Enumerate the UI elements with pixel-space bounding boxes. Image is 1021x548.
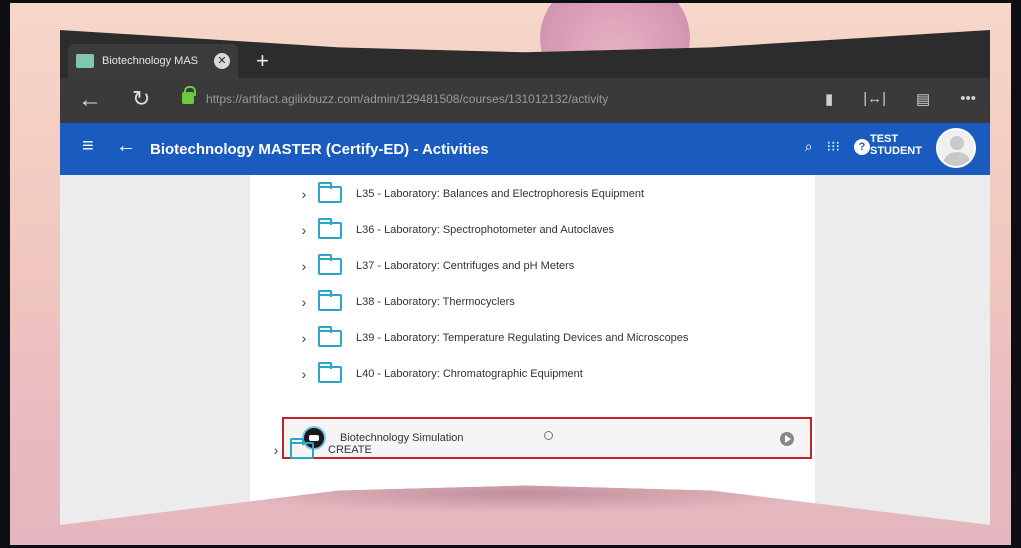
list-item[interactable]: › L39 - Laboratory: Temperature Regulati… [290, 323, 688, 353]
list-item-label: L35 - Laboratory: Balances and Electroph… [356, 188, 645, 200]
chevron-right-icon[interactable]: › [290, 294, 318, 310]
list-item-label: L40 - Laboratory: Chromatographic Equipm… [356, 368, 583, 380]
bookmark-icon[interactable]: ▮ [825, 90, 833, 108]
list-item-label: L37 - Laboratory: Centrifuges and pH Met… [356, 260, 575, 272]
list-item[interactable]: › L36 - Laboratory: Spectrophotometer an… [290, 215, 614, 245]
list-item[interactable]: › L37 - Laboratory: Centrifuges and pH M… [290, 251, 574, 281]
user-name-line1: TEST [870, 133, 899, 145]
help-icon[interactable]: ? [854, 138, 870, 155]
back-icon[interactable]: ← [116, 135, 136, 158]
browser-panel: Biotechnology MAS ✕ + ← ↻ https://artifa… [60, 30, 990, 525]
url-field[interactable]: https://artifact.agilixbuzz.com/admin/12… [206, 92, 608, 106]
list-item-label: L39 - Laboratory: Temperature Regulating… [356, 332, 689, 344]
chevron-right-icon[interactable]: › [290, 330, 318, 346]
menu-icon[interactable]: ≡ [82, 135, 94, 158]
folder-icon [318, 325, 342, 347]
tab-bar: Biotechnology MAS ✕ + [60, 30, 990, 78]
lock-icon [182, 86, 196, 104]
folder-icon [318, 253, 342, 275]
search-icon[interactable]: ⌕ [805, 138, 813, 155]
reload-icon[interactable]: ↻ [132, 86, 150, 112]
close-icon[interactable]: ✕ [214, 53, 230, 69]
favicon-icon [76, 54, 94, 68]
list-item-label: L36 - Laboratory: Spectrophotometer and … [356, 224, 615, 236]
browser-tab[interactable]: Biotechnology MAS ✕ [68, 44, 238, 78]
user-name-line2: STUDENT [870, 145, 922, 157]
app-header: ≡ ← Biotechnology MASTER (Certify-ED) - … [60, 123, 990, 175]
back-arrow-icon[interactable]: ← [78, 86, 102, 114]
chevron-right-icon[interactable]: › [262, 442, 290, 458]
more-icon[interactable]: ••• [960, 90, 976, 108]
vr-environment: Biotechnology MAS ✕ + ← ↻ https://artifa… [10, 3, 1011, 545]
avatar[interactable] [936, 128, 976, 168]
address-bar: ← ↻ https://artifact.agilixbuzz.com/admi… [60, 78, 990, 123]
reading-icon[interactable]: ▤ [916, 90, 930, 108]
list-item[interactable]: › L40 - Laboratory: Chromatographic Equi… [290, 359, 583, 389]
page-title: Biotechnology MASTER (Certify-ED) - Acti… [150, 141, 489, 158]
header-actions: ⌕ ⁝⁝⁝ ? [805, 138, 870, 155]
folder-icon [318, 289, 342, 311]
list-item[interactable]: › L38 - Laboratory: Thermocyclers [290, 287, 515, 317]
folder-icon [318, 361, 342, 383]
chevron-right-icon[interactable]: › [290, 366, 318, 382]
folder-icon [318, 181, 342, 203]
new-tab-button[interactable]: + [256, 50, 269, 72]
play-icon[interactable] [780, 432, 794, 446]
chevron-right-icon[interactable]: › [290, 186, 318, 202]
folder-icon [290, 437, 314, 459]
tab-title: Biotechnology MAS [102, 55, 198, 67]
list-item-label: CREATE [328, 444, 372, 456]
folder-icon [318, 217, 342, 239]
loading-icon [544, 431, 553, 440]
apps-grid-icon[interactable]: ⁝⁝⁝ [827, 138, 840, 155]
list-item[interactable]: › L35 - Laboratory: Balances and Electro… [290, 179, 644, 209]
list-item-label: L38 - Laboratory: Thermocyclers [356, 296, 515, 308]
user-name[interactable]: TEST STUDENT [870, 133, 930, 157]
chevron-right-icon[interactable]: › [290, 222, 318, 238]
resize-icon[interactable]: |↔| [863, 90, 886, 108]
browser-actions: ▮ |↔| ▤ ••• [825, 90, 976, 108]
list-item-create[interactable]: › CREATE [262, 435, 372, 465]
chevron-right-icon[interactable]: › [290, 258, 318, 274]
